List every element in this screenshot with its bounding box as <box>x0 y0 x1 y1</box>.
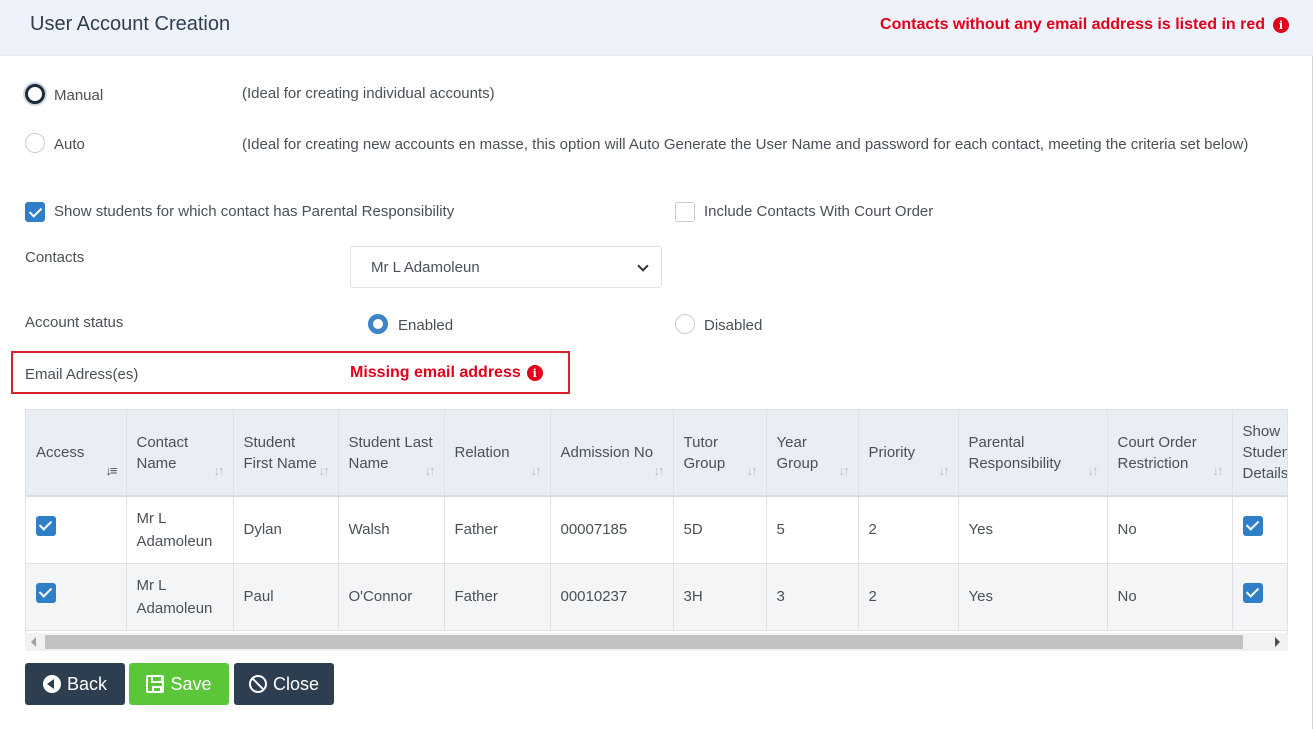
cell-year-group: 5 <box>766 496 859 564</box>
disabled-radio[interactable] <box>675 314 695 334</box>
cell-admission-no: 00010237 <box>550 563 674 631</box>
show-details-checkbox[interactable] <box>1242 583 1263 603</box>
cell-first-name: Dylan <box>233 496 339 564</box>
sort-icon: ↓↑ <box>213 463 225 478</box>
col-header-priority[interactable]: Priority ↓↑ <box>858 410 959 497</box>
cell-parental: Yes <box>958 563 1108 631</box>
auto-description: (Ideal for creating new accounts en mass… <box>242 136 1249 153</box>
col-header-access[interactable]: Access ↓≡ <box>26 410 127 497</box>
contacts-select[interactable]: Mr L Adamoleun <box>350 246 662 288</box>
access-checkbox[interactable] <box>36 583 56 603</box>
cell-year-group: 3 <box>766 563 859 631</box>
save-icon <box>146 675 165 693</box>
sort-icon: ↓↑ <box>653 463 665 478</box>
sort-icon: ↓↑ <box>746 463 758 478</box>
sort-icon: ↓↑ <box>938 463 950 478</box>
cell-contact-name: Mr L Adamoleun <box>126 496 234 564</box>
parental-responsibility-checkbox[interactable] <box>25 202 45 222</box>
close-button-label: Close <box>272 673 320 694</box>
back-arrow-icon <box>42 675 61 693</box>
cell-admission-no: 00007185 <box>550 496 674 564</box>
col-header-contact-name[interactable]: Contact Name ↓↑ <box>126 410 234 497</box>
table-row: Mr L Adamoleun Paul O'Connor Father 0001… <box>26 563 1287 631</box>
sort-icon: ↓↑ <box>530 463 542 478</box>
cell-tutor-group: 5D <box>673 496 767 564</box>
col-header-court-order[interactable]: Court Order Restriction ↓↑ <box>1107 410 1233 497</box>
manual-description: (Ideal for creating individual accounts) <box>242 85 495 102</box>
cell-relation: Father <box>444 563 551 631</box>
parental-responsibility-label[interactable]: Show students for which contact has Pare… <box>54 203 454 220</box>
chevron-down-icon <box>637 260 649 272</box>
missing-email-note: Contacts without any email address is li… <box>880 16 1289 34</box>
sort-icon: ↓↑ <box>318 463 330 478</box>
cell-contact-name: Mr L Adamoleun <box>126 563 234 631</box>
contacts-select-value: Mr L Adamoleun <box>371 259 480 276</box>
email-label: Email Adress(es) <box>25 366 139 383</box>
disabled-label[interactable]: Disabled <box>704 317 762 334</box>
cell-court-order: No <box>1107 563 1233 631</box>
save-button[interactable]: Save <box>129 663 229 705</box>
table-row: Mr L Adamoleun Dylan Walsh Father 000071… <box>26 496 1287 564</box>
enabled-radio[interactable] <box>368 314 388 334</box>
col-header-show-details[interactable]: Show Student Details <box>1232 410 1287 497</box>
back-button[interactable]: Back <box>25 663 125 705</box>
close-button[interactable]: Close <box>234 663 334 705</box>
auto-label[interactable]: Auto <box>54 136 85 153</box>
col-header-parental-responsibility[interactable]: Parental Responsibility ↓↑ <box>958 410 1108 497</box>
sort-icon: ↓↑ <box>1212 463 1224 478</box>
manual-radio[interactable] <box>25 84 45 104</box>
scrollbar-thumb[interactable] <box>45 635 1243 649</box>
sort-icon: ↓↑ <box>424 463 436 478</box>
cell-tutor-group: 3H <box>673 563 767 631</box>
cell-last-name: Walsh <box>338 496 445 564</box>
ban-icon <box>248 675 267 693</box>
scroll-left-icon[interactable] <box>31 637 36 647</box>
scroll-right-icon[interactable] <box>1275 637 1280 647</box>
missing-email-note-text: Contacts without any email address is li… <box>880 16 1265 33</box>
sort-icon: ↓↑ <box>838 463 850 478</box>
sort-icon: ↓↑ <box>1087 463 1099 478</box>
cell-court-order: No <box>1107 496 1233 564</box>
contacts-label: Contacts <box>25 249 85 266</box>
missing-email-text: Missing email address <box>350 364 521 381</box>
save-button-label: Save <box>170 673 212 694</box>
cell-relation: Father <box>444 496 551 564</box>
cell-priority: 2 <box>858 496 959 564</box>
info-icon: i <box>526 365 543 381</box>
court-order-checkbox[interactable] <box>675 202 695 222</box>
account-status-label: Account status <box>25 314 124 331</box>
info-icon: i <box>1273 17 1289 33</box>
court-order-label[interactable]: Include Contacts With Court Order <box>704 203 933 220</box>
col-header-student-last-name[interactable]: Student Last Name ↓↑ <box>338 410 445 497</box>
cell-priority: 2 <box>858 563 959 631</box>
col-header-admission-no[interactable]: Admission No ↓↑ <box>550 410 674 497</box>
contacts-table: Access ↓≡ Contact Name ↓↑ Student First Na… <box>25 409 1288 651</box>
manual-label[interactable]: Manual <box>54 87 103 104</box>
page-title: User Account Creation <box>30 13 231 35</box>
enabled-label[interactable]: Enabled <box>398 317 453 334</box>
col-header-relation[interactable]: Relation ↓↑ <box>444 410 551 497</box>
auto-radio[interactable] <box>25 133 45 153</box>
back-button-label: Back <box>66 673 108 694</box>
cell-parental: Yes <box>958 496 1108 564</box>
cell-last-name: O'Connor <box>338 563 445 631</box>
col-header-student-first-name[interactable]: Student First Name ↓↑ <box>233 410 339 497</box>
show-details-checkbox[interactable] <box>1242 516 1263 537</box>
cell-first-name: Paul <box>233 563 339 631</box>
sort-desc-icon: ↓≡ <box>105 463 117 478</box>
col-header-year-group[interactable]: Year Group ↓↑ <box>766 410 859 497</box>
modal-header: User Account Creation Contacts without a… <box>0 0 1313 56</box>
col-header-tutor-group[interactable]: Tutor Group ↓↑ <box>673 410 767 497</box>
access-checkbox[interactable] <box>36 516 56 537</box>
missing-email-warning: Missing email address i <box>350 364 543 382</box>
table-horizontal-scrollbar[interactable] <box>25 633 1288 651</box>
